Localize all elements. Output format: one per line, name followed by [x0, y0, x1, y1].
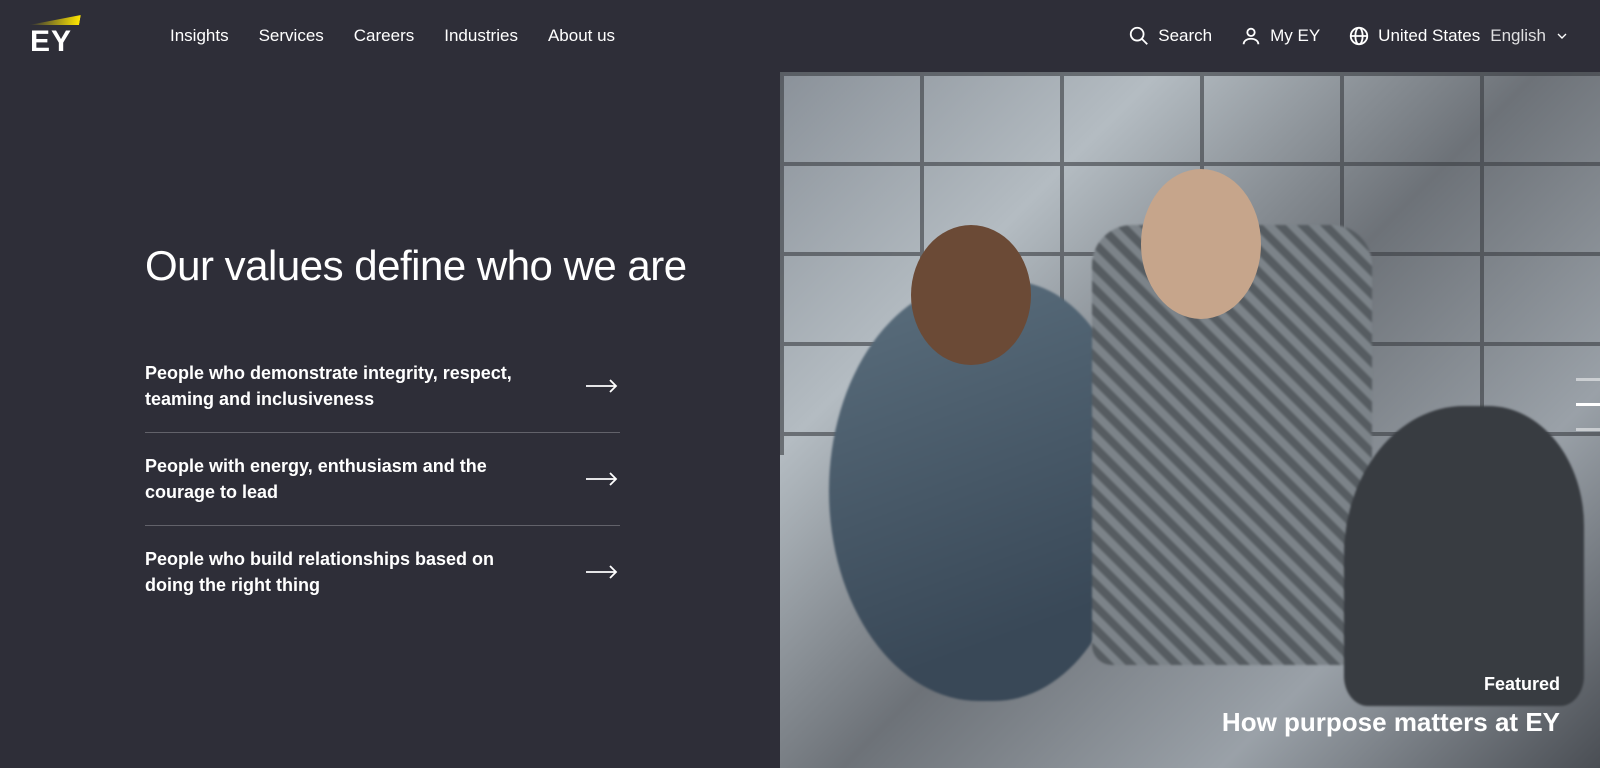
- nav-industries[interactable]: Industries: [444, 26, 518, 46]
- value-text: People with energy, enthusiasm and the c…: [145, 453, 525, 505]
- featured-label: Featured: [1222, 674, 1560, 695]
- header-utilities: Search My EY United States English: [1128, 25, 1570, 47]
- logo-text: EY: [30, 27, 80, 57]
- nav-insights[interactable]: Insights: [170, 26, 229, 46]
- value-text: People who demonstrate integrity, respec…: [145, 360, 525, 412]
- chevron-down-icon: [1554, 28, 1570, 44]
- region-selector[interactable]: United States English: [1348, 25, 1570, 47]
- user-icon: [1240, 25, 1262, 47]
- featured-callout[interactable]: Featured How purpose matters at EY: [1222, 674, 1560, 738]
- carousel-dot-2[interactable]: [1576, 403, 1600, 406]
- carousel-dot-3[interactable]: [1576, 428, 1600, 431]
- value-item-relationships[interactable]: People who build relationships based on …: [145, 526, 620, 618]
- primary-nav: Insights Services Careers Industries Abo…: [170, 26, 615, 46]
- values-panel: Our values define who we are People who …: [0, 72, 780, 768]
- arrow-right-icon: [586, 564, 620, 580]
- language-label: English: [1490, 26, 1546, 46]
- my-ey-button[interactable]: My EY: [1240, 25, 1320, 47]
- carousel-indicators: [1576, 378, 1600, 431]
- search-label: Search: [1158, 26, 1212, 46]
- carousel-dot-1[interactable]: [1576, 378, 1600, 381]
- values-list: People who demonstrate integrity, respec…: [145, 340, 620, 619]
- page-headline: Our values define who we are: [145, 242, 700, 290]
- search-button[interactable]: Search: [1128, 25, 1212, 47]
- arrow-right-icon: [586, 471, 620, 487]
- main-content: Our values define who we are People who …: [0, 72, 1600, 768]
- nav-services[interactable]: Services: [259, 26, 324, 46]
- globe-icon: [1348, 25, 1370, 47]
- logo-slash-icon: [29, 15, 81, 25]
- site-header: EY Insights Services Careers Industries …: [0, 0, 1600, 72]
- my-ey-label: My EY: [1270, 26, 1320, 46]
- region-label: United States: [1378, 26, 1480, 46]
- search-icon: [1128, 25, 1150, 47]
- value-item-integrity[interactable]: People who demonstrate integrity, respec…: [145, 340, 620, 433]
- value-text: People who build relationships based on …: [145, 546, 525, 598]
- hero-image: [780, 72, 1600, 768]
- value-item-energy[interactable]: People with energy, enthusiasm and the c…: [145, 433, 620, 526]
- arrow-right-icon: [586, 378, 620, 394]
- featured-title: How purpose matters at EY: [1222, 707, 1560, 738]
- nav-careers[interactable]: Careers: [354, 26, 414, 46]
- logo[interactable]: EY: [30, 15, 80, 57]
- hero-media: Featured How purpose matters at EY: [780, 72, 1600, 768]
- nav-about-us[interactable]: About us: [548, 26, 615, 46]
